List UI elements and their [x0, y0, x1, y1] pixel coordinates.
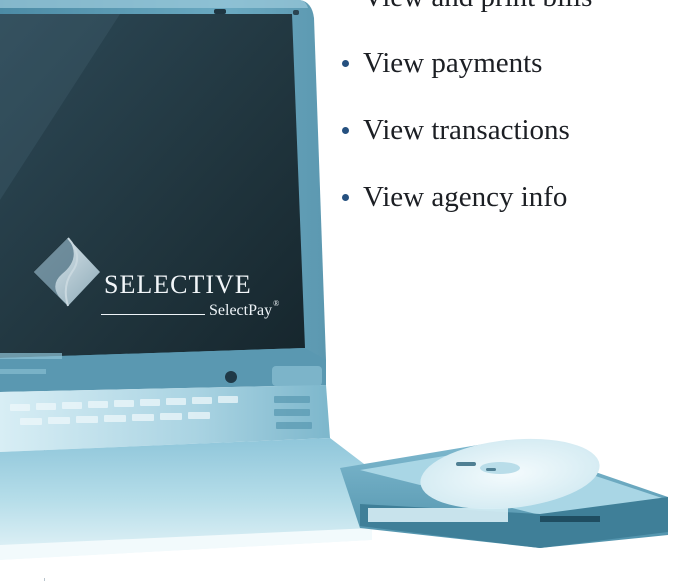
- logo-underline: [101, 314, 205, 315]
- bullet-icon: [342, 60, 349, 67]
- feature-list: View and print bills View payments View …: [342, 0, 675, 240]
- brochure-page: SELECTIVE SelectPay® View and print bill…: [0, 0, 675, 581]
- feature-text: View transactions: [363, 114, 570, 146]
- registered-mark: ®: [273, 299, 280, 308]
- feature-text: View agency info: [363, 181, 568, 213]
- bullet-icon: [342, 127, 349, 134]
- selective-logo: SELECTIVE SelectPay®: [32, 236, 312, 326]
- selective-diamond-icon: [34, 237, 100, 307]
- feature-text: View and print bills: [363, 0, 592, 14]
- logo-product-name: SelectPay®: [209, 300, 279, 319]
- logo-wordmark: SELECTIVE: [104, 270, 252, 299]
- bullet-icon: [342, 194, 349, 201]
- feature-text: View payments: [363, 47, 543, 79]
- logo-product-text: SelectPay: [209, 302, 273, 319]
